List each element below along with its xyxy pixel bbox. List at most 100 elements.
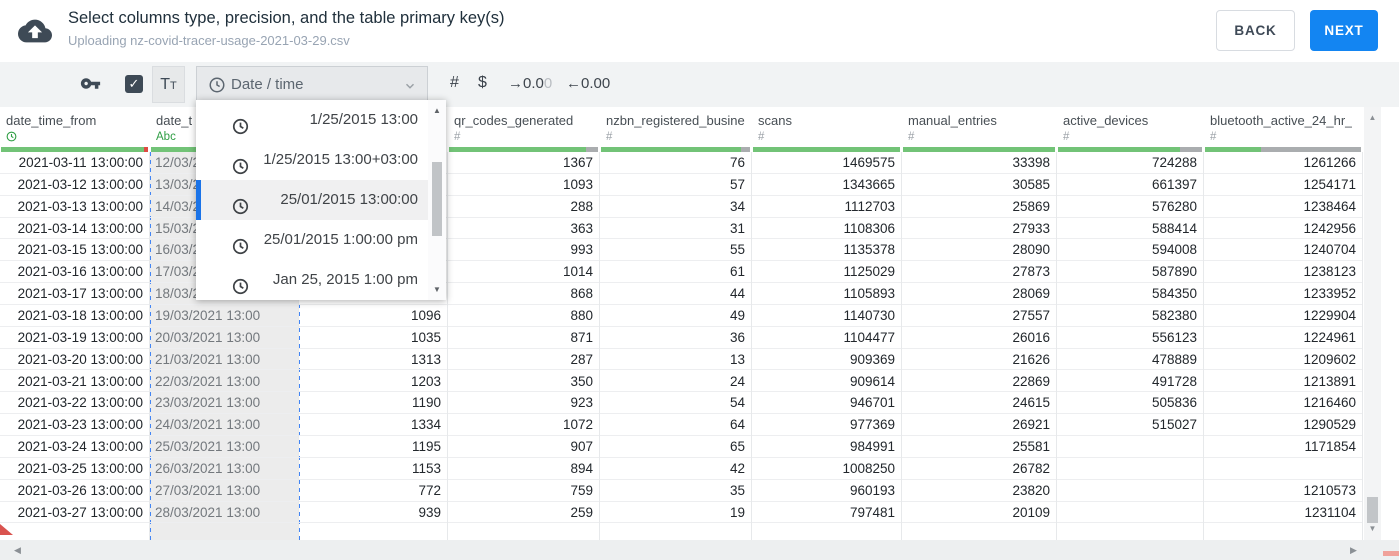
- grid-cell[interactable]: 1469575: [752, 152, 902, 173]
- grid-cell[interactable]: 21/03/2021 13:00: [150, 349, 299, 370]
- grid-cell[interactable]: 1008250: [752, 458, 902, 479]
- grid-cell[interactable]: 2021-03-24 13:00:00: [0, 436, 150, 457]
- grid-cell[interactable]: 939: [299, 502, 448, 523]
- grid-cell[interactable]: 26921: [902, 414, 1057, 435]
- grid-cell[interactable]: 2021-03-21 13:00:00: [0, 371, 150, 392]
- grid-cell[interactable]: 1238123: [1204, 261, 1363, 282]
- grid-cell[interactable]: 1229904: [1204, 305, 1363, 326]
- grid-cell[interactable]: 1035: [299, 327, 448, 348]
- grid-cell[interactable]: 909614: [752, 371, 902, 392]
- grid-cell[interactable]: 946701: [752, 392, 902, 413]
- grid-cell[interactable]: 584350: [1057, 283, 1204, 304]
- grid-cell[interactable]: 1125029: [752, 261, 902, 282]
- grid-cell[interactable]: 1231104: [1204, 502, 1363, 523]
- text-type-button[interactable]: Tt: [152, 66, 185, 103]
- grid-cell[interactable]: 1171854: [1204, 436, 1363, 457]
- grid-cell[interactable]: 772: [299, 480, 448, 501]
- grid-cell[interactable]: 19: [600, 502, 752, 523]
- grid-cell[interactable]: 23820: [902, 480, 1057, 501]
- grid-cell[interactable]: 363: [448, 218, 600, 239]
- currency-type-button[interactable]: $: [478, 74, 487, 92]
- grid-cell[interactable]: 2021-03-20 13:00:00: [0, 349, 150, 370]
- scroll-down-icon[interactable]: ▼: [1364, 524, 1381, 533]
- grid-cell[interactable]: 1140730: [752, 305, 902, 326]
- grid-cell[interactable]: 1240704: [1204, 239, 1363, 260]
- grid-cell[interactable]: 24615: [902, 392, 1057, 413]
- grid-cell[interactable]: 594008: [1057, 239, 1204, 260]
- grid-cell[interactable]: 2021-03-11 13:00:00: [0, 152, 150, 173]
- grid-cell[interactable]: 880: [448, 305, 600, 326]
- grid-cell[interactable]: 287: [448, 349, 600, 370]
- grid-cell[interactable]: 2021-03-14 13:00:00: [0, 218, 150, 239]
- menu-scrollbar[interactable]: ▲ ▼: [428, 100, 446, 300]
- grid-cell[interactable]: 1216460: [1204, 392, 1363, 413]
- grid-cell[interactable]: 2021-03-23 13:00:00: [0, 414, 150, 435]
- grid-cell[interactable]: 1093: [448, 174, 600, 195]
- grid-cell[interactable]: 20/03/2021 13:00: [150, 327, 299, 348]
- column-header-date_time_from[interactable]: date_time_from: [0, 107, 150, 152]
- grid-cell[interactable]: 2021-03-22 13:00:00: [0, 392, 150, 413]
- grid-cell[interactable]: 28090: [902, 239, 1057, 260]
- grid-cell[interactable]: 27/03/2021 13:00: [150, 480, 299, 501]
- grid-cell[interactable]: 1261266: [1204, 152, 1363, 173]
- grid-cell[interactable]: 1238464: [1204, 196, 1363, 217]
- grid-cell[interactable]: 1290529: [1204, 414, 1363, 435]
- grid-cell[interactable]: 1343665: [752, 174, 902, 195]
- grid-cell[interactable]: 64: [600, 414, 752, 435]
- grid-cell[interactable]: 1108306: [752, 218, 902, 239]
- grid-cell[interactable]: 1153: [299, 458, 448, 479]
- grid-cell[interactable]: 1112703: [752, 196, 902, 217]
- grid-cell[interactable]: 49: [600, 305, 752, 326]
- date-format-option[interactable]: 1/25/2015 13:00: [196, 100, 428, 140]
- grid-cell[interactable]: 1135378: [752, 239, 902, 260]
- grid-cell[interactable]: 19/03/2021 13:00: [150, 305, 299, 326]
- grid-cell[interactable]: 1190: [299, 392, 448, 413]
- grid-cell[interactable]: 661397: [1057, 174, 1204, 195]
- grid-cell[interactable]: 27933: [902, 218, 1057, 239]
- grid-cell[interactable]: [1057, 458, 1204, 479]
- grid-cell[interactable]: 28/03/2021 13:00: [150, 502, 299, 523]
- vertical-scrollbar-thumb[interactable]: [1367, 497, 1378, 523]
- grid-cell[interactable]: 759: [448, 480, 600, 501]
- grid-cell[interactable]: 76: [600, 152, 752, 173]
- grid-cell[interactable]: 21626: [902, 349, 1057, 370]
- menu-scroll-down-icon[interactable]: ▼: [428, 285, 446, 294]
- grid-cell[interactable]: 993: [448, 239, 600, 260]
- grid-cell[interactable]: 582380: [1057, 305, 1204, 326]
- grid-cell[interactable]: 1254171: [1204, 174, 1363, 195]
- column-header-scans[interactable]: scans #: [752, 107, 902, 152]
- grid-cell[interactable]: 24/03/2021 13:00: [150, 414, 299, 435]
- scroll-up-icon[interactable]: ▲: [1364, 113, 1381, 122]
- vertical-scrollbar[interactable]: ▲ ▼: [1364, 107, 1381, 540]
- grid-cell[interactable]: 42: [600, 458, 752, 479]
- grid-cell[interactable]: 977369: [752, 414, 902, 435]
- grid-cell[interactable]: 907: [448, 436, 600, 457]
- column-header-manual_entries[interactable]: manual_entries #: [902, 107, 1057, 152]
- column-header-bluetooth_active_24_hr_[interactable]: bluetooth_active_24_hr_ #: [1204, 107, 1363, 152]
- grid-cell[interactable]: 288: [448, 196, 600, 217]
- grid-cell[interactable]: 61: [600, 261, 752, 282]
- column-header-active_devices[interactable]: active_devices #: [1057, 107, 1204, 152]
- grid-cell[interactable]: 2021-03-25 13:00:00: [0, 458, 150, 479]
- grid-cell[interactable]: 350: [448, 371, 600, 392]
- grid-cell[interactable]: [1057, 480, 1204, 501]
- integer-type-button[interactable]: #: [450, 74, 459, 92]
- scroll-right-icon[interactable]: ▶: [1350, 545, 1357, 556]
- grid-cell[interactable]: 25/03/2021 13:00: [150, 436, 299, 457]
- grid-cell[interactable]: [1057, 436, 1204, 457]
- grid-cell[interactable]: 984991: [752, 436, 902, 457]
- grid-cell[interactable]: 797481: [752, 502, 902, 523]
- next-button[interactable]: NEXT: [1310, 10, 1378, 51]
- grid-cell[interactable]: 1209602: [1204, 349, 1363, 370]
- grid-cell[interactable]: 24: [600, 371, 752, 392]
- grid-cell[interactable]: 54: [600, 392, 752, 413]
- grid-cell[interactable]: 44: [600, 283, 752, 304]
- column-header-nzbn_registered_busine[interactable]: nzbn_registered_busine #: [600, 107, 752, 152]
- grid-cell[interactable]: [1204, 458, 1363, 479]
- primary-key-icon[interactable]: [80, 73, 101, 99]
- grid-cell[interactable]: 2021-03-17 13:00:00: [0, 283, 150, 304]
- grid-cell[interactable]: 1224961: [1204, 327, 1363, 348]
- grid-cell[interactable]: 556123: [1057, 327, 1204, 348]
- grid-cell[interactable]: 505836: [1057, 392, 1204, 413]
- type-select-dropdown[interactable]: Date / time: [196, 66, 428, 103]
